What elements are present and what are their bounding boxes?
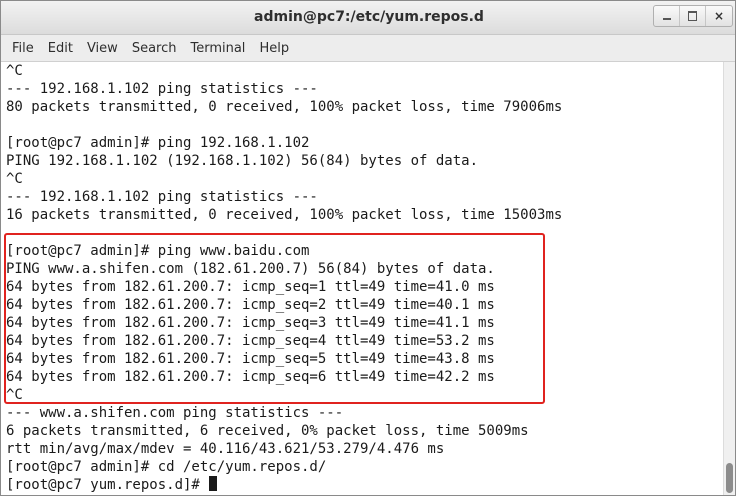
terminal-window: admin@pc7:/etc/yum.repos.d × File Edit V… xyxy=(0,0,736,496)
terminal-line: PING www.a.shifen.com (182.61.200.7) 56(… xyxy=(6,261,495,277)
close-button[interactable]: × xyxy=(706,6,732,26)
terminal-line: ^C xyxy=(6,387,23,403)
text-cursor xyxy=(209,476,218,491)
terminal-line: [root@pc7 admin]# ping 192.168.1.102 xyxy=(6,135,310,151)
maximize-button[interactable] xyxy=(680,6,706,26)
menu-search[interactable]: Search xyxy=(125,35,184,62)
terminal-output[interactable]: ^C --- 192.168.1.102 ping statistics ---… xyxy=(1,62,725,495)
terminal-line: PING 192.168.1.102 (192.168.1.102) 56(84… xyxy=(6,153,479,169)
menu-file[interactable]: File xyxy=(5,35,41,62)
terminal-line: [root@pc7 admin]# cd /etc/yum.repos.d/ xyxy=(6,459,327,475)
terminal-line: 80 packets transmitted, 0 received, 100%… xyxy=(6,99,563,115)
terminal-line: 64 bytes from 182.61.200.7: icmp_seq=3 t… xyxy=(6,315,495,331)
terminal-line: 64 bytes from 182.61.200.7: icmp_seq=1 t… xyxy=(6,279,495,295)
terminal-line: ^C xyxy=(6,171,23,187)
menu-bar: File Edit View Search Terminal Help xyxy=(1,35,735,62)
menu-terminal[interactable]: Terminal xyxy=(183,35,252,62)
window-controls: × xyxy=(653,5,733,27)
vertical-scrollbar[interactable] xyxy=(723,62,735,495)
terminal-line: 6 packets transmitted, 6 received, 0% pa… xyxy=(6,423,529,439)
terminal-line: 64 bytes from 182.61.200.7: icmp_seq=4 t… xyxy=(6,333,495,349)
window-title: admin@pc7:/etc/yum.repos.d xyxy=(254,9,484,25)
maximize-icon xyxy=(688,11,697,21)
terminal-line: 64 bytes from 182.61.200.7: icmp_seq=5 t… xyxy=(6,351,495,367)
terminal-line: 16 packets transmitted, 0 received, 100%… xyxy=(6,207,563,223)
menu-edit[interactable]: Edit xyxy=(41,35,80,62)
prompt-text: [root@pc7 yum.repos.d]# xyxy=(6,477,209,493)
terminal-line: ^C xyxy=(6,63,23,79)
terminal-line: --- www.a.shifen.com ping statistics --- xyxy=(6,405,344,421)
minimize-button[interactable] xyxy=(654,6,680,26)
terminal-line: [root@pc7 admin]# ping www.baidu.com xyxy=(6,243,310,259)
scrollbar-thumb[interactable] xyxy=(726,463,733,493)
menu-view[interactable]: View xyxy=(80,35,125,62)
terminal-line: rtt min/avg/max/mdev = 40.116/43.621/53.… xyxy=(6,441,445,457)
title-bar[interactable]: admin@pc7:/etc/yum.repos.d × xyxy=(1,1,735,35)
terminal-line: --- 192.168.1.102 ping statistics --- xyxy=(6,189,318,205)
close-icon: × xyxy=(713,9,725,23)
terminal-line: --- 192.168.1.102 ping statistics --- xyxy=(6,81,318,97)
terminal-prompt-line[interactable]: [root@pc7 yum.repos.d]# xyxy=(6,476,218,494)
menu-help[interactable]: Help xyxy=(252,35,296,62)
terminal-line: 64 bytes from 182.61.200.7: icmp_seq=2 t… xyxy=(6,297,495,313)
minimize-icon xyxy=(662,18,671,20)
terminal-line: 64 bytes from 182.61.200.7: icmp_seq=6 t… xyxy=(6,369,495,385)
